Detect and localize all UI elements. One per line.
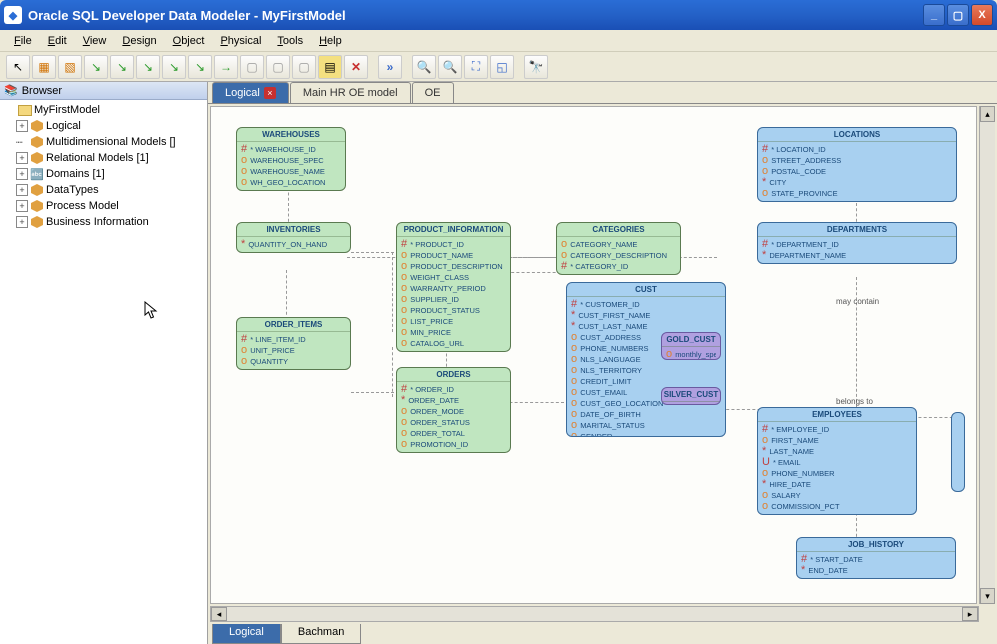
- entity-silver-cust[interactable]: SILVER_CUST: [661, 387, 721, 405]
- folder-icon: [18, 105, 32, 116]
- relation-2[interactable]: ↘: [110, 55, 134, 79]
- expand-tool[interactable]: »: [378, 55, 402, 79]
- box-2[interactable]: ▢: [266, 55, 290, 79]
- tree-root[interactable]: MyFirstModel: [2, 102, 205, 118]
- delete-tool[interactable]: ✕: [344, 55, 368, 79]
- menu-edit[interactable]: Edit: [40, 33, 75, 49]
- horizontal-scrollbar[interactable]: ◂ ▸: [210, 606, 979, 622]
- relation-4[interactable]: ↘: [162, 55, 186, 79]
- pointer-tool[interactable]: ↖: [6, 55, 30, 79]
- cube-icon: [31, 152, 43, 164]
- relation-6[interactable]: →: [214, 55, 238, 79]
- entity-gold-cust[interactable]: GOLD_CUST o monthly_spend: [661, 332, 721, 360]
- browser-icon: 📚: [4, 84, 18, 97]
- cube-icon: [31, 200, 43, 212]
- expand-icon[interactable]: +: [16, 152, 28, 164]
- menu-design[interactable]: Design: [114, 33, 164, 49]
- zoom-fit-icon[interactable]: ⛶: [464, 55, 488, 79]
- close-tab-icon[interactable]: ×: [264, 87, 276, 99]
- browser-sidebar: 📚 Browser MyFirstModel + Logical ┈ Multi…: [0, 82, 208, 644]
- relation-label-belongs: belongs to: [836, 397, 873, 406]
- note-tool[interactable]: ▤: [318, 55, 342, 79]
- zoom-out-icon[interactable]: 🔍: [438, 55, 462, 79]
- box-3[interactable]: ▢: [292, 55, 316, 79]
- entity-tool[interactable]: ▦: [32, 55, 56, 79]
- cube-icon: [31, 184, 43, 196]
- diagram-canvas[interactable]: may contain belongs to WAREHOUSES # * WA…: [210, 106, 977, 604]
- diagram-tabs: Logical × Main HR OE model OE: [208, 82, 997, 104]
- entity-warehouses[interactable]: WAREHOUSES # * WAREHOUSE_IDo WAREHOUSE_S…: [236, 127, 346, 191]
- entity-employees[interactable]: EMPLOYEES # * EMPLOYEE_IDo FIRST_NAME* L…: [757, 407, 917, 515]
- relation-5[interactable]: ↘: [188, 55, 212, 79]
- menu-file[interactable]: File: [6, 33, 40, 49]
- notation-tabs: Logical Bachman: [208, 624, 997, 644]
- tab-mainhr[interactable]: Main HR OE model: [290, 82, 411, 103]
- scroll-up-icon[interactable]: ▴: [980, 106, 995, 122]
- scroll-left-icon[interactable]: ◂: [211, 607, 227, 621]
- expand-icon[interactable]: +: [16, 184, 28, 196]
- tree-relational[interactable]: + Relational Models [1]: [2, 150, 205, 166]
- btab-logical[interactable]: Logical: [212, 624, 281, 644]
- window-titlebar: ◆ Oracle SQL Developer Data Modeler - My…: [0, 0, 997, 30]
- relation-1[interactable]: ↘: [84, 55, 108, 79]
- entity-edge-right[interactable]: [951, 412, 965, 492]
- entity-inventories[interactable]: INVENTORIES * QUANTITY_ON_HAND: [236, 222, 351, 253]
- relation-label-maycontain: may contain: [836, 297, 879, 306]
- menu-tools[interactable]: Tools: [269, 33, 311, 49]
- tree-datatypes[interactable]: + DataTypes: [2, 182, 205, 198]
- zoom-window-icon[interactable]: ◱: [490, 55, 514, 79]
- tree-multidim[interactable]: ┈ Multidimensional Models []: [2, 134, 205, 150]
- zoom-in-icon[interactable]: 🔍: [412, 55, 436, 79]
- entity-product-info[interactable]: PRODUCT_INFORMATION # * PRODUCT_IDo PROD…: [396, 222, 511, 352]
- tree-domains[interactable]: + 🔤 Domains [1]: [2, 166, 205, 182]
- expand-icon[interactable]: +: [16, 200, 28, 212]
- vertical-scrollbar[interactable]: ▴ ▾: [979, 106, 995, 604]
- expand-icon[interactable]: +: [16, 216, 28, 228]
- expand-icon[interactable]: +: [16, 120, 28, 132]
- menu-view[interactable]: View: [75, 33, 115, 49]
- cube-icon: [31, 216, 43, 228]
- browser-header: 📚 Browser: [0, 82, 207, 100]
- cube-icon: [31, 136, 43, 148]
- browser-title: Browser: [22, 85, 62, 97]
- entity-orders[interactable]: ORDERS # * ORDER_ID* ORDER_DATEo ORDER_M…: [396, 367, 511, 453]
- entity-locations[interactable]: LOCATIONS # * LOCATION_IDo STREET_ADDRES…: [757, 127, 957, 202]
- entity-order-items[interactable]: ORDER_ITEMS # * LINE_ITEM_IDo UNIT_PRICE…: [236, 317, 351, 370]
- entity-departments[interactable]: DEPARTMENTS # * DEPARTMENT_ID* DEPARTMEN…: [757, 222, 957, 264]
- menu-physical[interactable]: Physical: [212, 33, 269, 49]
- minimize-button[interactable]: _: [923, 4, 945, 26]
- box-1[interactable]: ▢: [240, 55, 264, 79]
- btab-bachman[interactable]: Bachman: [281, 624, 361, 644]
- close-button[interactable]: X: [971, 4, 993, 26]
- menu-object[interactable]: Object: [165, 33, 213, 49]
- scroll-down-icon[interactable]: ▾: [980, 588, 995, 604]
- menubar: File Edit View Design Object Physical To…: [0, 30, 997, 52]
- entity-categories[interactable]: CATEGORIES o CATEGORY_NAMEo CATEGORY_DES…: [556, 222, 681, 275]
- tree-process[interactable]: + Process Model: [2, 198, 205, 214]
- maximize-button[interactable]: ▢: [947, 4, 969, 26]
- scroll-right-icon[interactable]: ▸: [962, 607, 978, 621]
- relation-3[interactable]: ↘: [136, 55, 160, 79]
- app-icon: ◆: [4, 6, 22, 24]
- menu-help[interactable]: Help: [311, 33, 350, 49]
- domains-icon: 🔤: [30, 167, 44, 181]
- window-title: Oracle SQL Developer Data Modeler - MyFi…: [28, 8, 923, 23]
- tree-logical[interactable]: + Logical: [2, 118, 205, 134]
- tab-logical[interactable]: Logical ×: [212, 82, 289, 103]
- entity-job-history[interactable]: JOB_HISTORY # * START_DATE* END_DATE: [796, 537, 956, 579]
- view-tool[interactable]: ▧: [58, 55, 82, 79]
- toolbar: ↖ ▦ ▧ ↘ ↘ ↘ ↘ ↘ → ▢ ▢ ▢ ▤ ✕ » 🔍 🔍 ⛶ ◱ 🔭: [0, 52, 997, 82]
- tab-oe[interactable]: OE: [412, 82, 454, 103]
- search-icon[interactable]: 🔭: [524, 55, 548, 79]
- tree-businfo[interactable]: + Business Information: [2, 214, 205, 230]
- cube-icon: [31, 120, 43, 132]
- expand-icon[interactable]: +: [16, 168, 28, 180]
